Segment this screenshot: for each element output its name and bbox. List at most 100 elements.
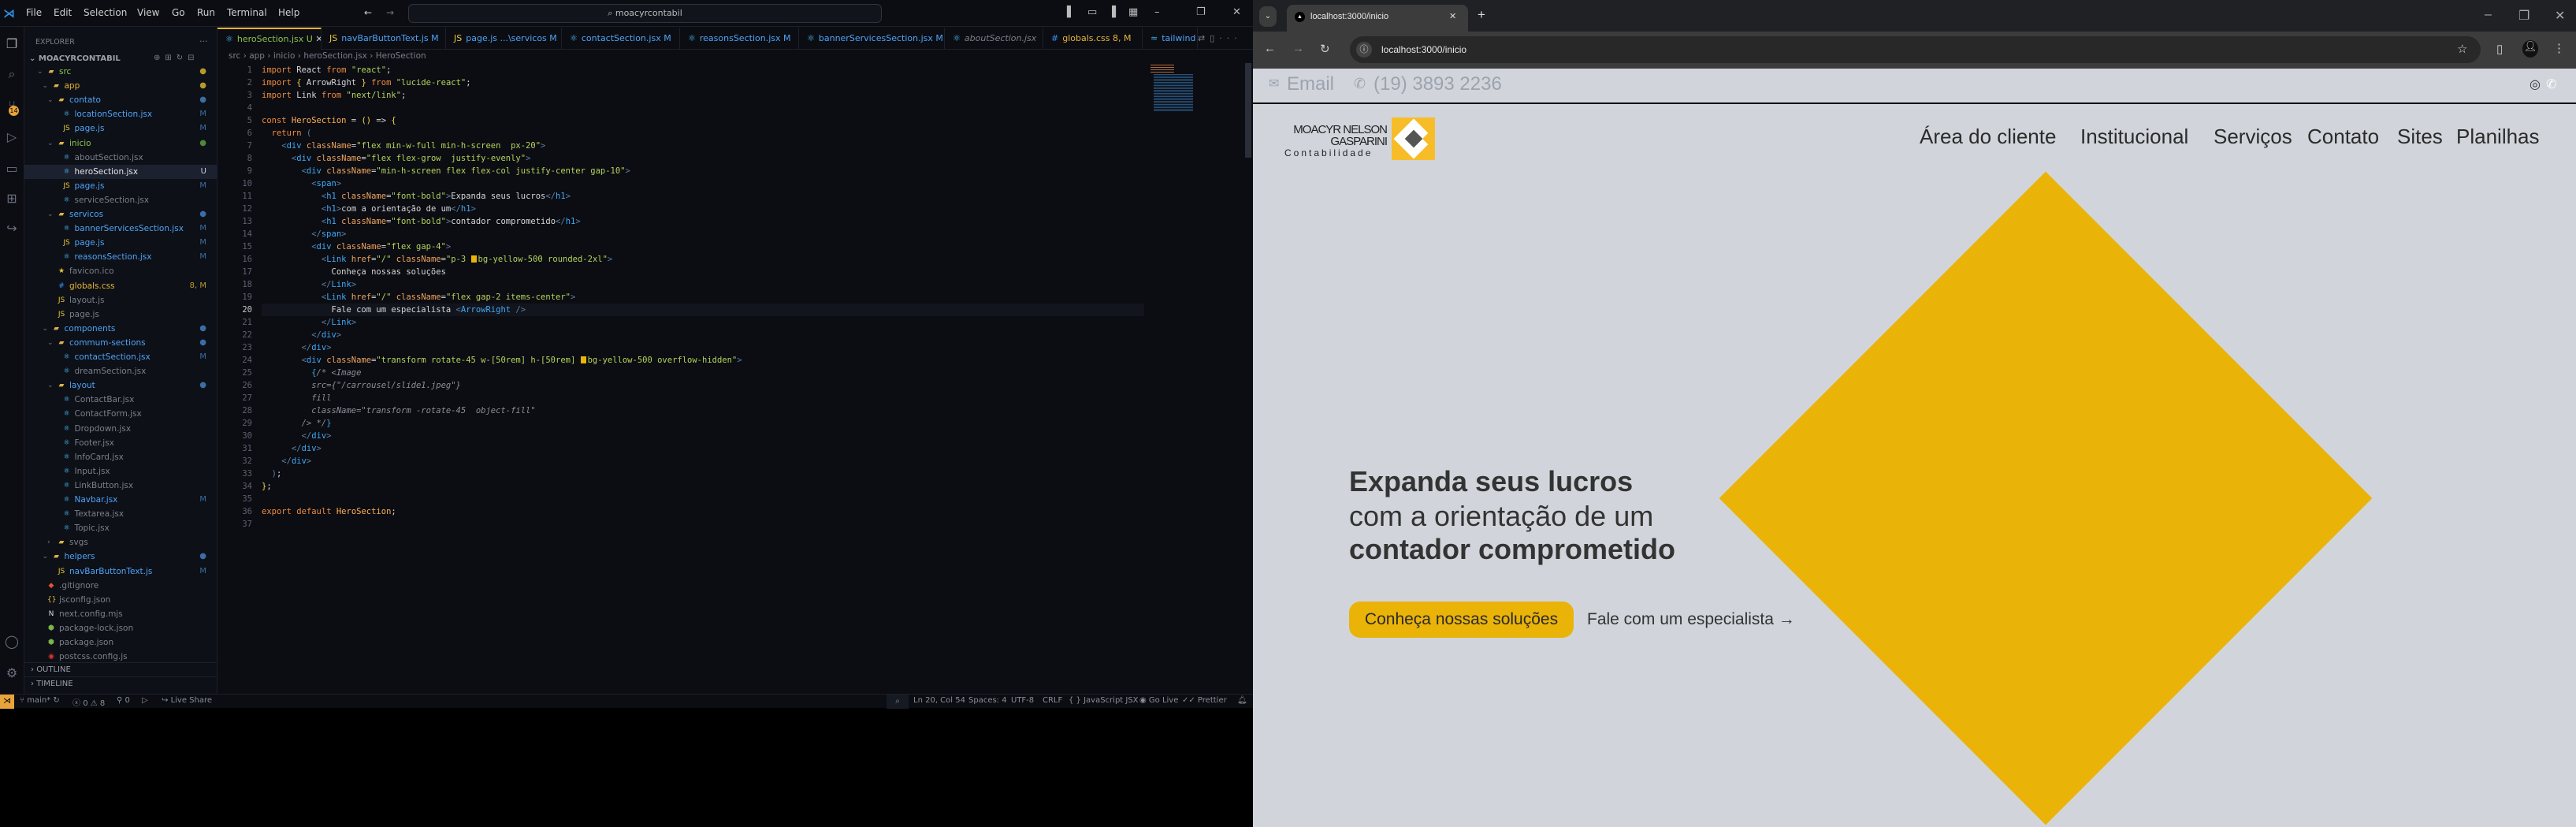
explorer-item[interactable]: ⚛ bannerServicesSection.jsx M xyxy=(24,222,217,236)
remote-explorer-icon[interactable]: ▭ xyxy=(5,161,19,176)
explorer-item[interactable]: {} jsconfig.json xyxy=(24,593,217,607)
new-tab-icon[interactable]: + xyxy=(1478,7,1485,23)
more-actions-icon[interactable]: ··· xyxy=(199,36,208,47)
code-line[interactable]: className="transform -rotate-45 object-f… xyxy=(262,404,535,417)
code-line[interactable]: /> */} xyxy=(262,417,332,430)
editor-tab[interactable]: ⚛heroSection.jsx U ✕ xyxy=(217,28,322,50)
close-icon[interactable]: ✕ xyxy=(2555,8,2565,24)
problems-indicator[interactable]: ⓧ 0 ⚠ 8 xyxy=(72,696,105,708)
forward-icon[interactable]: → xyxy=(1292,42,1304,55)
explorer-item[interactable]: › ▰ svgs xyxy=(24,535,217,549)
indentation[interactable]: Spaces: 4 xyxy=(968,696,1007,705)
explorer-item[interactable]: JS page.js xyxy=(24,307,217,322)
menu-help[interactable]: Help xyxy=(278,7,299,18)
code-line[interactable]: ); xyxy=(262,468,282,480)
explorer-item[interactable]: ⚛ serviceSection.jsx xyxy=(24,193,217,207)
command-center-search[interactable]: ⌕ moacyrcontabil xyxy=(408,4,882,23)
chevron-icon[interactable]: ⌄ xyxy=(47,207,54,222)
chevron-icon[interactable]: › xyxy=(47,535,50,549)
project-header[interactable]: ⌄ MOACYRCONTABIL xyxy=(29,54,121,63)
close-icon[interactable]: ✕ xyxy=(1232,6,1241,18)
editor-actions-icons[interactable]: ⇄▯··· xyxy=(1198,33,1242,43)
code-line[interactable]: import React from "react"; xyxy=(262,64,391,76)
fale-especialista-link[interactable]: Fale com um especialista → xyxy=(1587,602,1795,638)
code-line[interactable]: const HeroSection = () => { xyxy=(262,114,396,127)
explorer-item[interactable]: ⌄ ▰ app ● xyxy=(24,79,217,93)
code-line[interactable]: <div className="min-h-screen flex flex-c… xyxy=(262,165,630,177)
explorer-item[interactable]: JS navBarButtonText.js M xyxy=(24,564,217,579)
menu-kebab-icon[interactable]: ⋮ xyxy=(2553,41,2565,55)
chevron-icon[interactable]: ⌄ xyxy=(47,136,54,151)
explorer-item[interactable]: ⌄ ▰ components ● xyxy=(24,322,217,336)
explorer-item[interactable]: ⚛ aboutSection.jsx xyxy=(24,151,217,165)
chevron-icon[interactable]: ⌄ xyxy=(47,336,54,350)
zoom-icon[interactable]: ⌕ xyxy=(887,695,909,709)
cursor-position[interactable]: Ln 20, Col 54 xyxy=(913,696,965,705)
explorer-item[interactable]: ⌄ ▰ servicos ● xyxy=(24,207,217,222)
code-line[interactable]: <div className="flex flex-grow justify-e… xyxy=(262,152,530,165)
editor-tab[interactable]: ≈ tailwind xyxy=(1143,28,1198,50)
code-line[interactable]: Fale com um especialista <ArrowRight /> xyxy=(262,304,1144,316)
nav-institucional[interactable]: Institucional xyxy=(2080,125,2188,149)
nav-servicos[interactable]: Serviços xyxy=(2214,125,2292,149)
menu-edit[interactable]: Edit xyxy=(54,7,72,18)
explorer-actions-icons[interactable]: ⊕⊞↻⊟ xyxy=(154,54,199,62)
menu-selection[interactable]: Selection xyxy=(84,7,127,18)
explorer-item[interactable]: ⚛ Dropdown.jsx xyxy=(24,422,217,436)
code-line[interactable]: </div> xyxy=(262,430,332,442)
editor-tab[interactable]: ⚛ aboutSection.jsx xyxy=(945,28,1043,50)
code-line[interactable]: }; xyxy=(262,480,272,493)
tab-close-icon[interactable]: ✕ xyxy=(1449,5,1456,28)
code-line[interactable]: import { ArrowRight } from "lucide-react… xyxy=(262,76,471,89)
minimize-icon[interactable]: – xyxy=(1154,6,1160,18)
explorer-item[interactable]: JS page.js M xyxy=(24,179,217,193)
minimap[interactable] xyxy=(1150,65,1206,120)
remote-indicator-icon[interactable]: ⋊ xyxy=(0,695,14,709)
chevron-icon[interactable]: ⌄ xyxy=(43,549,49,564)
bookmark-star-icon[interactable]: ☆ xyxy=(2457,36,2467,63)
code-line[interactable]: {/* <Image xyxy=(262,367,361,379)
code-line[interactable]: <Link href="/" className="flex gap-2 ite… xyxy=(262,291,575,304)
code-line[interactable]: <h1>com a orientação de um</h1> xyxy=(262,203,476,215)
explorer-item[interactable]: ★ favicon.ico xyxy=(24,264,217,278)
code-line[interactable]: <div className="flex gap-4"> xyxy=(262,240,451,253)
git-branch[interactable]: ⑂ main* ↻ xyxy=(20,696,60,705)
menu-run[interactable]: Run xyxy=(197,7,215,18)
code-line[interactable]: return ( xyxy=(262,127,312,140)
explorer-item[interactable]: JS page.js M xyxy=(24,121,217,136)
code-line[interactable]: </div> xyxy=(262,329,341,341)
explorer-item[interactable]: ⚛ ContactBar.jsx xyxy=(24,393,217,407)
email-link[interactable]: Email xyxy=(1287,73,1334,95)
logo[interactable]: MOACYR NELSON GASPARINI Contabilidade xyxy=(1284,117,1437,162)
debug-icon[interactable]: ▷ xyxy=(142,696,148,705)
run-debug-icon[interactable]: ▷ xyxy=(5,129,19,144)
explorer-item[interactable]: ⌄ ▰ contato ● xyxy=(24,93,217,107)
address-bar[interactable]: ⓘ localhost:3000/inicio ☆ xyxy=(1350,36,2481,63)
nav-planilhas[interactable]: Planilhas xyxy=(2456,125,2540,149)
code-line[interactable]: Conheça nossas soluções xyxy=(262,266,446,278)
encoding[interactable]: UTF-8 xyxy=(1011,696,1034,705)
explorer-item[interactable]: ⚛ reasonsSection.jsx M xyxy=(24,250,217,264)
explorer-item[interactable]: ⚛ heroSection.jsx U xyxy=(24,164,217,179)
language-mode[interactable]: { } JavaScript JSX xyxy=(1069,696,1139,705)
explorer-item[interactable]: ⬢ package-lock.json xyxy=(24,621,217,635)
explorer-item[interactable]: Nnext.config.mjs xyxy=(24,607,217,621)
toggle-secondary-sidebar-icon[interactable]: ▐ xyxy=(1108,6,1116,18)
settings-gear-icon[interactable]: ⚙ xyxy=(5,665,19,680)
notifications-bell-icon[interactable]: 🔔︎ xyxy=(1237,696,1247,705)
restore-icon[interactable]: ❐ xyxy=(2518,8,2530,24)
chevron-icon[interactable]: ⌄ xyxy=(43,79,49,93)
editor-tab[interactable]: ⚛ bannerServicesSection.jsx M xyxy=(799,28,945,50)
menu-view[interactable]: View xyxy=(137,7,159,18)
explorer-item[interactable]: ◆ .gitignore xyxy=(24,579,217,593)
explorer-item[interactable]: ⚛ Navbar.jsx M xyxy=(24,493,217,507)
breadcrumb[interactable]: src › app › inicio › heroSection.jsx › H… xyxy=(229,51,426,61)
explorer-icon[interactable]: ❐ xyxy=(5,36,19,51)
menu-file[interactable]: File xyxy=(26,7,42,18)
tab-close-icon[interactable]: ✕ xyxy=(313,34,321,44)
explorer-item[interactable]: # globals.css 8, M xyxy=(24,279,217,293)
chevron-icon[interactable]: ⌄ xyxy=(47,378,54,393)
site-info-icon[interactable]: ⓘ xyxy=(1356,42,1372,58)
nav-sites[interactable]: Sites xyxy=(2397,125,2443,149)
code-line[interactable]: </div> xyxy=(262,442,322,455)
